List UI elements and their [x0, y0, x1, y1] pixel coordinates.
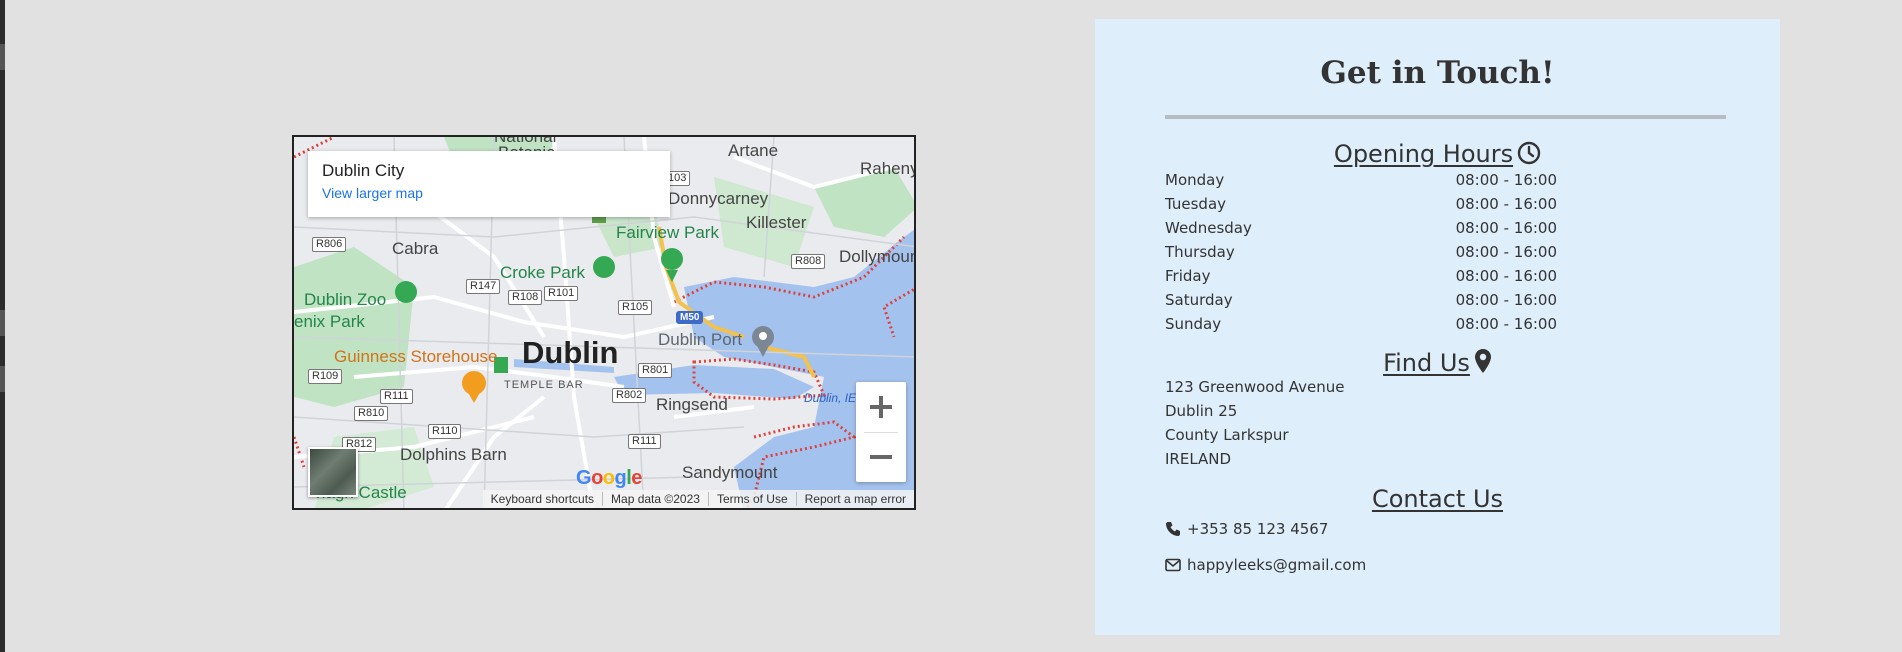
road-shield: R801	[638, 363, 673, 378]
hours-row: Monday 08:00 - 16:00	[1165, 168, 1557, 192]
zoom-controls	[856, 382, 906, 482]
hours-row: Sunday 08:00 - 16:00	[1165, 312, 1557, 336]
map-label-guinness-storehouse: Guinness Storehouse	[334, 347, 498, 366]
map-label-killester: Killester	[746, 213, 807, 232]
time-value: 08:00 - 16:00	[1455, 219, 1557, 237]
map-footer: Keyboard shortcuts Map data ©2023 Terms …	[482, 490, 914, 508]
address-line: 123 Greenwood Avenue	[1165, 378, 1345, 396]
hours-row: Thursday 08:00 - 16:00	[1165, 240, 1557, 264]
satellite-toggle-button[interactable]	[308, 447, 358, 497]
clock-icon	[1517, 141, 1541, 165]
map-label-ringsend: Ringsend	[656, 395, 728, 414]
map-label-sandymount: Sandymount	[682, 463, 778, 482]
day-label: Wednesday	[1165, 219, 1252, 237]
day-label: Monday	[1165, 171, 1225, 189]
left-edge-strip	[0, 0, 5, 652]
map-info-card: Dublin City View larger map	[308, 151, 670, 217]
road-shield: R108	[508, 290, 543, 305]
road-shield: R105	[618, 300, 653, 315]
email-line[interactable]: happyleeks@gmail.com	[1165, 556, 1366, 574]
google-logo: Google	[576, 467, 642, 489]
road-shield: R147	[466, 279, 501, 294]
map-label-donnycarney: Donnycarney	[668, 189, 769, 208]
map-label-dollymount: Dollymount	[839, 247, 916, 266]
opening-hours-label: Opening Hours	[1333, 140, 1514, 168]
road-shield: R806	[312, 237, 347, 252]
address-block: 123 Greenwood Avenue Dublin 25 County La…	[1165, 375, 1344, 471]
hours-row: Friday 08:00 - 16:00	[1165, 264, 1557, 288]
strip-marker	[0, 366, 5, 392]
email-address[interactable]: happyleeks@gmail.com	[1187, 556, 1366, 574]
phone-icon	[1166, 522, 1180, 536]
report-map-error-link[interactable]: Report a map error	[795, 492, 914, 506]
contact-us-label: Contact Us	[1371, 485, 1504, 513]
hours-row: Saturday 08:00 - 16:00	[1165, 288, 1557, 312]
embedded-map[interactable]: National Botanic Artane Raheny Donnycarn…	[292, 135, 916, 510]
day-label: Sunday	[1165, 315, 1222, 333]
opening-hours-list: Monday 08:00 - 16:00 Tuesday 08:00 - 16:00…	[1165, 168, 1557, 336]
keyboard-shortcuts-link[interactable]: Keyboard shortcuts	[483, 492, 602, 506]
road-shield: R808	[791, 254, 826, 269]
day-label: Tuesday	[1165, 195, 1227, 213]
address-line: Dublin 25	[1165, 402, 1238, 420]
heading-divider	[1165, 115, 1726, 119]
map-label-croke-park: Croke Park	[500, 263, 586, 282]
map-label-cabra: Cabra	[392, 239, 439, 258]
map-label-fairview-park: Fairview Park	[616, 223, 719, 242]
road-shield: R810	[354, 406, 389, 421]
envelope-icon	[1165, 558, 1181, 572]
hours-row: Wednesday 08:00 - 16:00	[1165, 216, 1557, 240]
map-label-raheny: Raheny	[860, 159, 916, 178]
map-label-dolphins-barn: Dolphins Barn	[400, 445, 507, 464]
time-value: 08:00 - 16:00	[1455, 291, 1557, 309]
page-title: Get in Touch!	[1320, 55, 1555, 91]
hours-row: Tuesday 08:00 - 16:00	[1165, 192, 1557, 216]
zoom-divider	[864, 432, 898, 433]
opening-hours-title: Opening Hours	[1095, 140, 1780, 168]
map-label-temple-bar: TEMPLE BAR	[504, 379, 584, 391]
time-value: 08:00 - 16:00	[1455, 315, 1557, 333]
strip-marker	[0, 310, 5, 336]
contact-panel: Get in Touch! Opening Hours Monday 08:00 …	[1095, 19, 1780, 635]
find-us-title: Find Us	[1095, 348, 1780, 377]
road-shield: R101	[544, 286, 579, 301]
day-label: Saturday	[1165, 291, 1233, 309]
road-shield: R110	[428, 424, 462, 439]
road-shield: R111	[380, 389, 413, 404]
map-label-dublin: Dublin	[522, 335, 619, 370]
map-label-dublin-port: Dublin Port	[658, 330, 743, 349]
address-line: County Larkspur	[1165, 426, 1289, 444]
day-label: Friday	[1165, 267, 1211, 285]
address-line: IRELAND	[1165, 450, 1232, 468]
time-value: 08:00 - 16:00	[1455, 267, 1557, 285]
time-value: 08:00 - 16:00	[1455, 195, 1557, 213]
day-label: Thursday	[1165, 243, 1235, 261]
terms-of-use-link[interactable]: Terms of Use	[707, 492, 796, 506]
strip-marker	[0, 44, 5, 70]
time-value: 08:00 - 16:00	[1455, 171, 1557, 189]
view-larger-map-link[interactable]: View larger map	[322, 185, 656, 201]
zoom-out-button[interactable]	[856, 432, 906, 482]
map-label-dublin-zoo: Dublin Zoo	[304, 290, 387, 309]
minus-icon	[870, 455, 892, 459]
phone-line[interactable]: +353 85 123 4567	[1165, 520, 1328, 538]
map-pin-icon	[1474, 349, 1491, 373]
road-shield: R109	[308, 369, 343, 384]
plus-icon	[870, 396, 892, 418]
map-place-title: Dublin City	[322, 161, 405, 180]
map-label-dublin-bay: Dublin, IE	[804, 391, 857, 405]
road-shield: R111	[628, 434, 661, 449]
phone-number[interactable]: +353 85 123 4567	[1187, 520, 1328, 538]
motorway-shield: M50	[676, 311, 704, 324]
time-value: 08:00 - 16:00	[1455, 243, 1557, 261]
map-label-artane: Artane	[728, 141, 779, 160]
road-shield: R802	[612, 388, 647, 403]
zoom-in-button[interactable]	[856, 382, 906, 432]
find-us-label: Find Us	[1383, 349, 1470, 377]
contact-us-title: Contact Us	[1095, 485, 1780, 513]
map-data-credit: Map data ©2023	[602, 492, 708, 506]
map-label-phoenix-park: enix Park	[294, 312, 365, 331]
